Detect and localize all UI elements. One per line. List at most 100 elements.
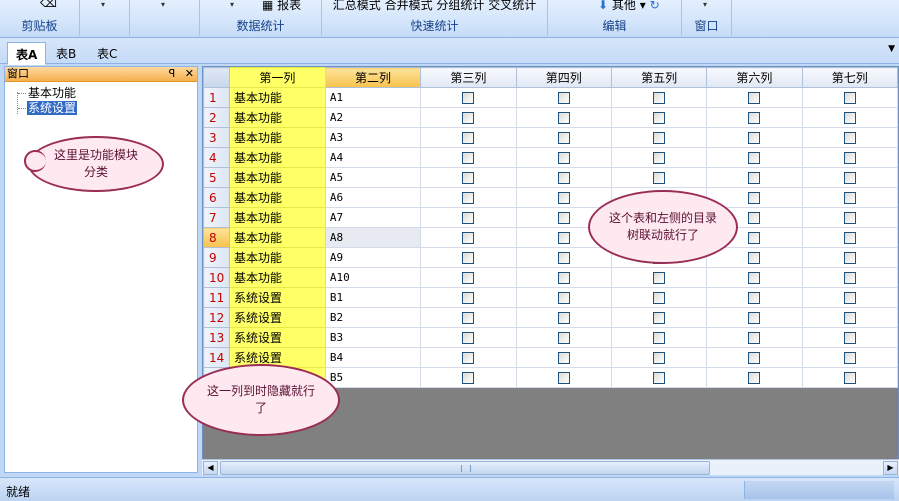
cell-col2[interactable]: B4 [324, 347, 422, 368]
cell-col2[interactable]: A6 [324, 187, 422, 208]
tree-item-basic[interactable]: 基本功能 [11, 86, 197, 101]
cell-col2[interactable]: A1 [324, 87, 422, 108]
row-number[interactable]: 5 [203, 167, 230, 188]
checkbox[interactable] [462, 292, 475, 304]
cell-col1[interactable]: 基本功能 [228, 167, 326, 188]
checkbox[interactable] [843, 292, 856, 304]
checkbox[interactable] [653, 132, 666, 144]
row-number[interactable]: 4 [203, 147, 230, 168]
checkbox[interactable] [843, 172, 856, 184]
checkbox[interactable] [748, 192, 761, 204]
checkbox[interactable] [462, 152, 475, 164]
checkbox[interactable] [462, 372, 475, 384]
checkbox[interactable] [748, 212, 761, 224]
other-button[interactable]: ⬇ 其他 ▾ ↻ [598, 0, 681, 13]
table-row[interactable]: 7 基本功能 A7 [203, 207, 898, 228]
table-row[interactable]: 14 系统设置 B4 [203, 347, 898, 368]
checkbox[interactable] [748, 132, 761, 144]
checkbox[interactable] [748, 292, 761, 304]
table-row[interactable]: 8 基本功能 A8 [203, 227, 898, 248]
scroll-left-icon[interactable]: ◀ [203, 461, 218, 475]
checkbox[interactable] [748, 312, 761, 324]
checkbox[interactable] [462, 132, 475, 144]
table-row[interactable]: 11 系统设置 B1 [203, 287, 898, 308]
corner-cell[interactable] [203, 67, 230, 88]
cell-col2[interactable]: A2 [324, 107, 422, 128]
column-header-6[interactable]: 第六列 [706, 67, 803, 88]
scroll-thumb[interactable] [220, 461, 710, 475]
cell-col1[interactable]: 基本功能 [228, 187, 326, 208]
row-number[interactable]: 11 [203, 287, 230, 308]
checkbox[interactable] [653, 272, 666, 284]
checkbox[interactable] [462, 172, 475, 184]
checkbox[interactable] [557, 292, 570, 304]
checkbox[interactable] [557, 192, 570, 204]
cell-col1[interactable]: 基本功能 [228, 127, 326, 148]
checkbox[interactable] [748, 112, 761, 124]
checkbox[interactable] [557, 252, 570, 264]
checkbox[interactable] [557, 352, 570, 364]
column-header-5[interactable]: 第五列 [610, 67, 708, 88]
checkbox[interactable] [748, 272, 761, 284]
checkbox[interactable] [462, 332, 475, 344]
pin-icon[interactable]: ꟼ [169, 67, 176, 80]
table-row[interactable]: 5 基本功能 A5 [203, 167, 898, 188]
row-number[interactable]: 9 [203, 247, 230, 268]
cell-col2[interactable]: A8 [324, 227, 422, 248]
cell-col1[interactable]: 基本功能 [228, 267, 326, 288]
cell-col1[interactable]: 基本功能 [228, 227, 326, 248]
checkbox[interactable] [843, 372, 856, 384]
checkbox[interactable] [843, 332, 856, 344]
checkbox[interactable] [462, 92, 475, 104]
checkbox[interactable] [843, 272, 856, 284]
column-header-2[interactable]: 第二列 [324, 67, 422, 88]
scroll-right-icon[interactable]: ▶ [883, 461, 898, 475]
horizontal-scrollbar[interactable]: ◀ ▶ [202, 459, 899, 475]
eraser-icon[interactable]: ⌫ [40, 0, 79, 10]
checkbox[interactable] [557, 172, 570, 184]
cell-col2[interactable]: A3 [324, 127, 422, 148]
checkbox[interactable] [748, 352, 761, 364]
tree-item-system-settings[interactable]: 系统设置 [11, 100, 197, 116]
row-number[interactable]: 7 [203, 207, 230, 228]
checkbox[interactable] [557, 152, 570, 164]
table-row[interactable]: 4 基本功能 A4 [203, 147, 898, 168]
checkbox[interactable] [557, 112, 570, 124]
checkbox[interactable] [462, 272, 475, 284]
row-number[interactable]: 2 [203, 107, 230, 128]
chevron-down-icon[interactable]: ▾ [161, 0, 165, 9]
checkbox[interactable] [557, 372, 570, 384]
checkbox[interactable] [653, 352, 666, 364]
checkbox[interactable] [843, 132, 856, 144]
tab-b[interactable]: 表B [48, 42, 84, 64]
cell-col1[interactable]: 基本功能 [228, 207, 326, 228]
table-row[interactable]: 2 基本功能 A2 [203, 107, 898, 128]
table-row[interactable]: 12 系统设置 B2 [203, 307, 898, 328]
cell-col2[interactable]: A5 [324, 167, 422, 188]
cell-col2[interactable]: A7 [324, 207, 422, 228]
checkbox[interactable] [843, 232, 856, 244]
checkbox[interactable] [462, 112, 475, 124]
close-icon[interactable]: ✕ [185, 67, 194, 80]
row-number[interactable]: 3 [203, 127, 230, 148]
tab-a[interactable]: 表A [7, 42, 47, 65]
chevron-down-icon[interactable]: ▾ [230, 0, 234, 9]
checkbox[interactable] [557, 212, 570, 224]
checkbox[interactable] [557, 332, 570, 344]
chevron-down-icon[interactable]: ▾ [101, 0, 105, 9]
checkbox[interactable] [653, 172, 666, 184]
row-number[interactable]: 1 [203, 87, 230, 108]
checkbox[interactable] [748, 232, 761, 244]
checkbox[interactable] [653, 152, 666, 164]
checkbox[interactable] [748, 372, 761, 384]
checkbox[interactable] [843, 312, 856, 324]
checkbox[interactable] [653, 372, 666, 384]
row-number[interactable]: 14 [203, 347, 230, 368]
checkbox[interactable] [557, 232, 570, 244]
checkbox[interactable] [748, 152, 761, 164]
column-header-7[interactable]: 第七列 [801, 67, 898, 88]
checkbox[interactable] [653, 92, 666, 104]
checkbox[interactable] [843, 92, 856, 104]
chevron-down-icon[interactable]: ▾ [703, 0, 707, 9]
row-number[interactable]: 10 [203, 267, 230, 288]
